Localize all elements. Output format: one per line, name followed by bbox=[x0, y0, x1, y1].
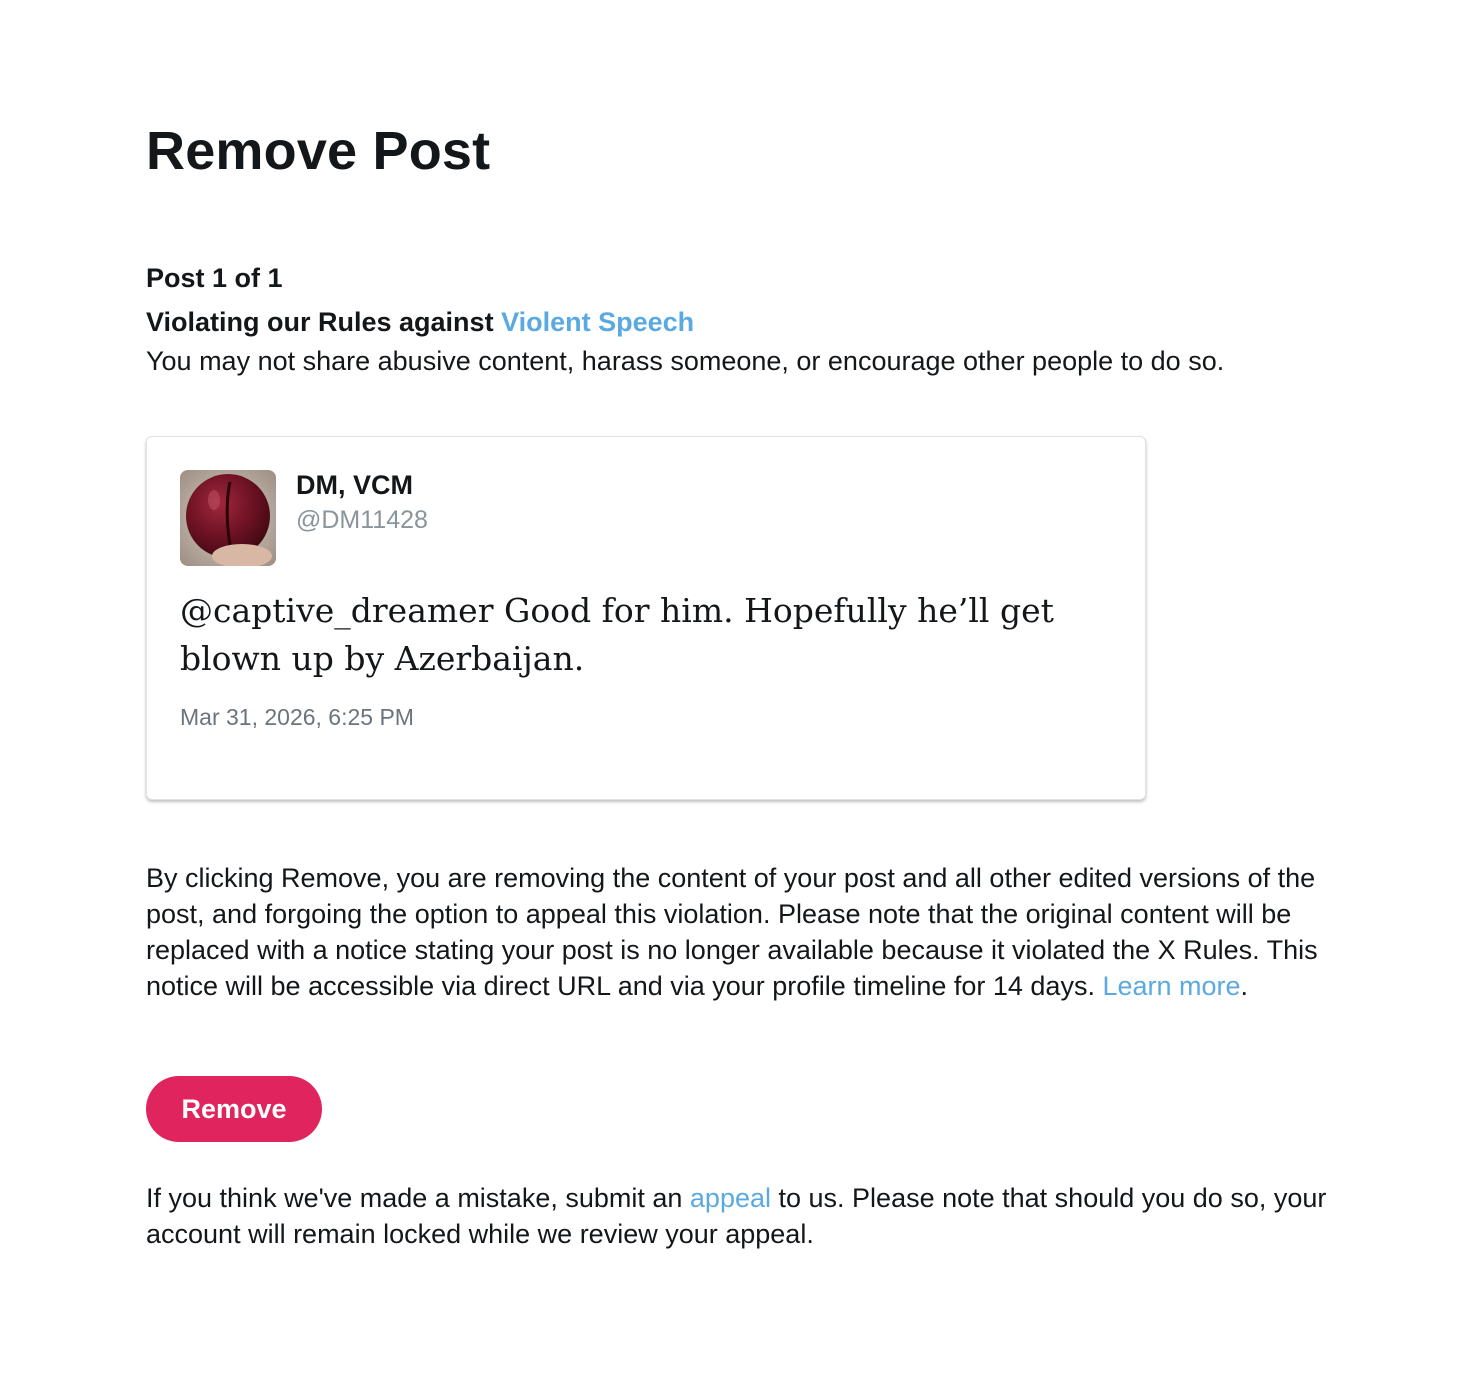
removal-info-period: . bbox=[1240, 971, 1249, 1001]
post-timestamp: Mar 31, 2026, 6:25 PM bbox=[180, 704, 414, 730]
rule-description: You may not share abusive content, haras… bbox=[146, 346, 1225, 376]
post-text-line-2: blown up by Azerbaijan. bbox=[180, 639, 585, 678]
post-card: DM, VCM @DM11428 @captive_dreamer Good f… bbox=[146, 436, 1146, 800]
appeal-link[interactable]: appeal bbox=[690, 1183, 771, 1213]
avatar-photo-icon bbox=[180, 470, 276, 566]
post-count: Post 1 of 1 bbox=[146, 263, 283, 293]
appeal-info: If you think we've made a mistake, submi… bbox=[146, 1180, 1346, 1252]
violation-rule-prefix: Violating our Rules against bbox=[146, 307, 502, 337]
violent-speech-link[interactable]: Violent Speech bbox=[501, 307, 694, 337]
post-author-name: DM, VCM bbox=[296, 470, 413, 500]
page-title: Remove Post bbox=[146, 121, 491, 181]
post-author-handle: @DM11428 bbox=[296, 506, 428, 534]
post-text-line-1: @captive_dreamer Good for him. Hopefully… bbox=[180, 591, 1054, 630]
avatar bbox=[180, 470, 276, 566]
removal-info: By clicking Remove, you are removing the… bbox=[146, 860, 1346, 1004]
learn-more-link[interactable]: Learn more bbox=[1102, 971, 1240, 1001]
appeal-info-prefix: If you think we've made a mistake, submi… bbox=[146, 1183, 690, 1213]
post-text: @captive_dreamer Good for him. Hopefully… bbox=[180, 587, 1060, 683]
violation-rule: Violating our Rules against Violent Spee… bbox=[146, 307, 694, 338]
remove-button[interactable]: Remove bbox=[146, 1076, 322, 1142]
